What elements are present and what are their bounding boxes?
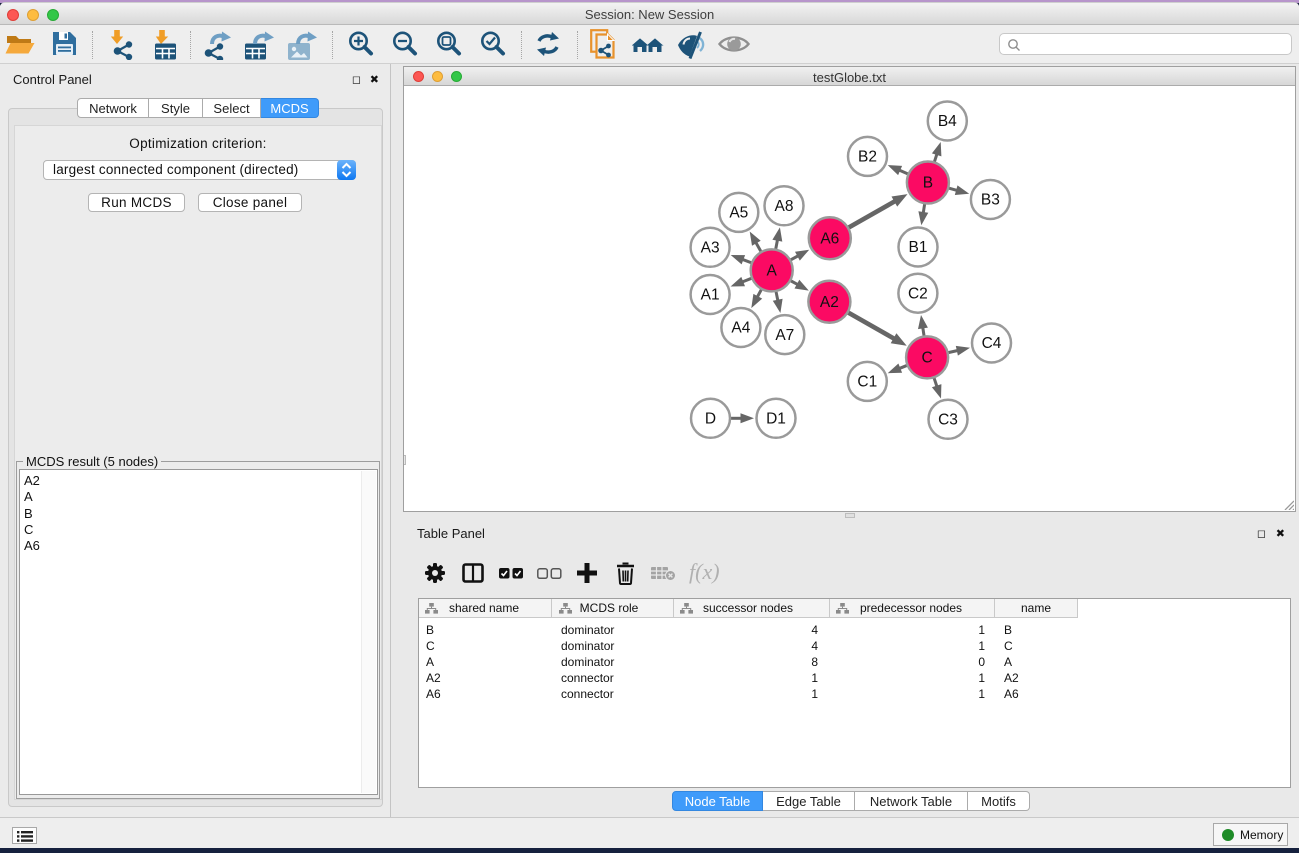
svg-text:A4: A4	[731, 320, 750, 337]
svg-text:A3: A3	[701, 240, 720, 257]
svg-text:A7: A7	[775, 327, 794, 344]
svg-text:A5: A5	[729, 205, 748, 222]
svg-text:B2: B2	[858, 149, 877, 166]
svg-text:B3: B3	[981, 192, 1000, 209]
svg-text:C3: C3	[938, 412, 958, 429]
svg-text:A1: A1	[701, 287, 720, 304]
svg-text:B4: B4	[938, 113, 957, 130]
svg-text:C: C	[921, 350, 932, 367]
svg-text:D: D	[705, 411, 716, 428]
svg-text:B1: B1	[909, 239, 928, 256]
svg-text:C1: C1	[857, 374, 877, 391]
svg-text:A: A	[767, 263, 778, 280]
svg-text:D1: D1	[766, 411, 786, 428]
svg-text:C4: C4	[982, 335, 1002, 352]
svg-text:A8: A8	[775, 198, 794, 215]
svg-text:A2: A2	[820, 294, 839, 311]
svg-text:B: B	[923, 175, 933, 192]
svg-text:A6: A6	[820, 231, 839, 248]
svg-text:C2: C2	[908, 285, 928, 302]
